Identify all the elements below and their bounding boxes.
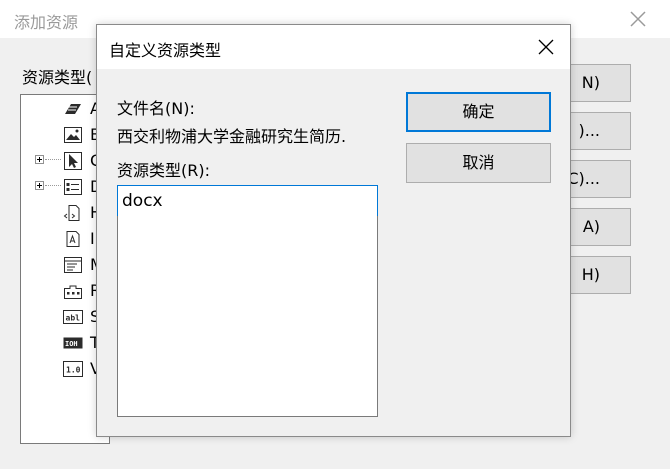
dialog-title: 自定义资源类型 xyxy=(109,41,222,60)
resource-type-label: 资源类型(R): xyxy=(117,161,210,180)
add-resource-title: 添加资源 xyxy=(14,13,79,32)
resource-type-input[interactable] xyxy=(117,185,378,217)
html-icon xyxy=(63,205,80,221)
cursor-icon xyxy=(64,152,82,170)
expand-icon[interactable] xyxy=(35,181,44,190)
dialog-titlebar: 自定义资源类型 xyxy=(97,25,570,69)
filename-value: 西交利物浦大学金融研究生简历. xyxy=(117,127,347,146)
string-table-icon: abl xyxy=(63,310,83,324)
accelerator-icon xyxy=(65,104,81,114)
tree-connector xyxy=(45,185,61,186)
icon-resource-icon xyxy=(66,231,80,247)
close-icon[interactable] xyxy=(536,37,556,57)
svg-text:1.0: 1.0 xyxy=(66,366,81,375)
resource-type-label: 资源类型( xyxy=(22,68,93,87)
version-icon: 1.0 xyxy=(63,361,83,377)
cancel-button[interactable]: 取消 xyxy=(406,143,551,183)
resource-type-list[interactable] xyxy=(117,216,378,417)
tree-item-label: I xyxy=(90,229,95,248)
expand-icon[interactable] xyxy=(35,155,44,164)
menu-icon xyxy=(64,257,82,273)
ok-button[interactable]: 确定 xyxy=(406,92,551,132)
tree-connector xyxy=(45,159,61,160)
dialog-icon xyxy=(64,179,82,195)
svg-text:abl: abl xyxy=(66,314,81,323)
toolbar-icon: IOH xyxy=(63,337,83,349)
custom-resource-type-dialog: 自定义资源类型 文件名(N): 西交利物浦大学金融研究生简历. 资源类型(R):… xyxy=(96,24,571,437)
ribbon-icon xyxy=(64,285,82,299)
svg-text:IOH: IOH xyxy=(65,340,78,348)
bitmap-icon xyxy=(64,127,82,143)
filename-label: 文件名(N): xyxy=(117,99,195,118)
close-icon[interactable] xyxy=(626,7,650,31)
